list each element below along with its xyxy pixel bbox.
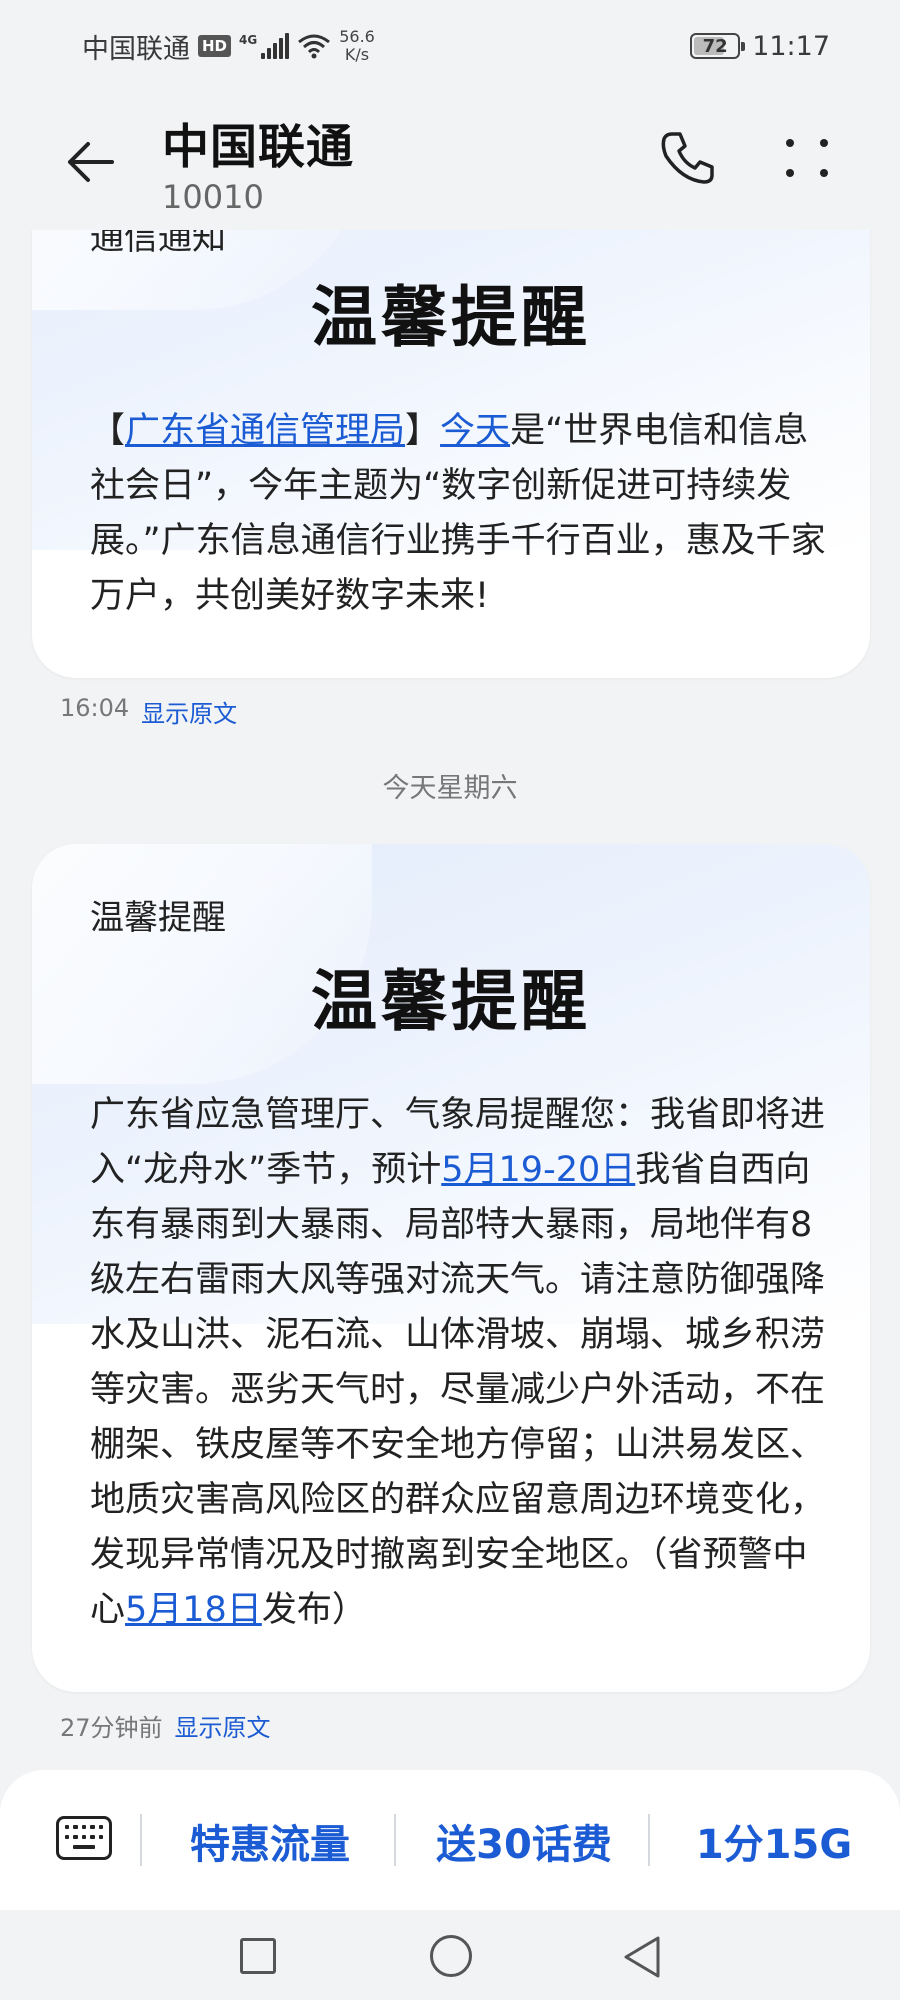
message-link[interactable]: 广东省通信管理局 <box>125 411 405 451</box>
more-icon-dot <box>820 169 828 177</box>
conversation-header: 中国联通 10010 <box>0 92 900 230</box>
message-meta: 16:04 显示原文 <box>60 694 237 729</box>
back-nav-button[interactable] <box>620 1934 664 1980</box>
message-text: 我省自西向东有暴雨到大暴雨、局部特大暴雨，局地伴有8级左右雷雨大风等强对流天气。… <box>90 1150 826 1630</box>
message-link[interactable]: 5月19-20日 <box>441 1150 635 1190</box>
message-body: 广东省应急管理厅、气象局提醒您：我省即将进入“龙舟水”季节，预计5月19-20日… <box>90 1088 830 1638</box>
contact-number: 10010 <box>162 178 264 216</box>
show-original-link[interactable]: 显示原文 <box>141 694 237 729</box>
quick-reply-button[interactable]: 特惠流量 <box>150 1806 390 1876</box>
signal-icon: 4G <box>239 33 290 59</box>
divider <box>394 1814 396 1866</box>
quick-reply-button[interactable]: 1分15G <box>658 1806 890 1876</box>
call-button[interactable] <box>656 126 720 190</box>
more-button[interactable] <box>780 126 840 190</box>
status-left: 中国联通 HD 4G 56.6 K/s <box>82 27 375 66</box>
more-icon-dot <box>820 139 828 147</box>
back-arrow-icon <box>68 142 114 182</box>
more-icon-dot <box>786 169 794 177</box>
keyboard-button[interactable] <box>56 1816 112 1860</box>
network-speed-unit: K/s <box>344 45 370 64</box>
wifi-icon <box>298 34 331 59</box>
message-text: 】 <box>405 411 441 451</box>
card-heading: 温馨提醒 <box>311 279 591 356</box>
battery-level: 72 <box>702 35 728 57</box>
battery-icon: 72 <box>690 33 746 59</box>
message-text: 发布） <box>261 1590 367 1630</box>
message-link[interactable]: 今天 <box>440 411 510 451</box>
network-speed-value: 56.6 <box>339 27 375 46</box>
more-icon <box>786 139 794 147</box>
message-link[interactable]: 5月18日 <box>125 1590 262 1630</box>
network-speed: 56.6 K/s <box>339 28 375 64</box>
quick-reply-bar: 特惠流量 送30话费 1分15G <box>0 1770 900 1910</box>
date-separator: 今天星期六 <box>382 773 518 804</box>
system-nav-bar <box>0 1910 900 2000</box>
card-label: 温馨提醒 <box>90 898 226 938</box>
card-heading: 温馨提醒 <box>311 963 591 1040</box>
hd-badge: HD <box>198 35 232 57</box>
message-meta: 27分钟前 显示原文 <box>60 1708 271 1743</box>
show-original-link[interactable]: 显示原文 <box>175 1708 271 1743</box>
carrier-name: 中国联通 <box>82 33 190 65</box>
message-time: 16:04 <box>60 694 130 722</box>
divider <box>140 1814 142 1866</box>
message-card[interactable]: 温馨提醒 温馨提醒 广东省应急管理厅、气象局提醒您：我省即将进入“龙舟水”季节，… <box>32 844 870 1692</box>
divider <box>648 1814 650 1866</box>
status-bar: 中国联通 HD 4G 56.6 K/s 72 11:17 <box>0 0 900 92</box>
recent-apps-button[interactable] <box>240 1938 276 1974</box>
quick-reply-button[interactable]: 送30话费 <box>404 1806 644 1876</box>
network-type: 4G <box>239 33 258 47</box>
message-time: 27分钟前 <box>60 1714 163 1742</box>
message-body: 【广东省通信管理局】今天是“世界电信和信息社会日”，今年主题为“数字创新促进可持… <box>90 404 830 624</box>
keyboard-icon <box>65 1825 103 1851</box>
home-button[interactable] <box>430 1935 472 1977</box>
back-button[interactable] <box>60 132 120 192</box>
contact-name: 中国联通 <box>162 120 354 175</box>
message-text: 【 <box>90 411 126 451</box>
status-right: 72 11:17 <box>690 31 830 62</box>
phone-icon <box>661 132 714 184</box>
clock: 11:17 <box>752 30 830 62</box>
